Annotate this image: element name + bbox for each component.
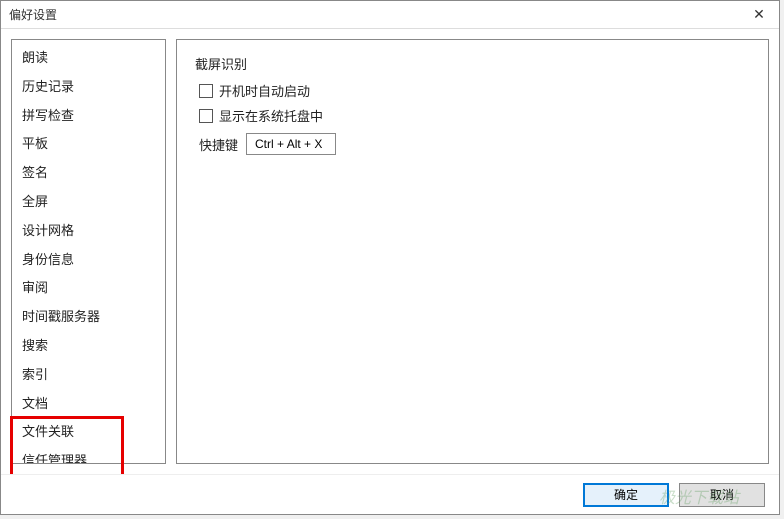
close-button[interactable]: ✕ (739, 1, 779, 29)
sidebar-item[interactable]: 签名 (12, 159, 165, 188)
checkbox-tray[interactable] (199, 109, 213, 123)
checkbox-autostart[interactable] (199, 84, 213, 98)
sidebar[interactable]: 朗读历史记录拼写检查平板签名全屏设计网格身份信息审阅时间戳服务器搜索索引文档文件… (12, 40, 165, 463)
shortcut-label: 快捷键 (199, 135, 238, 154)
sidebar-container: 朗读历史记录拼写检查平板签名全屏设计网格身份信息审阅时间戳服务器搜索索引文档文件… (11, 39, 166, 464)
shortcut-row: 快捷键 (199, 133, 750, 155)
sidebar-item[interactable]: 身份信息 (12, 246, 165, 275)
sidebar-item[interactable]: 文档 (12, 390, 165, 419)
checkbox-autostart-label: 开机时自动启动 (219, 81, 310, 100)
sidebar-item[interactable]: 文件关联 (12, 418, 165, 447)
checkbox-row-tray[interactable]: 显示在系统托盘中 (199, 106, 750, 125)
sidebar-item[interactable]: 设计网格 (12, 217, 165, 246)
sidebar-item[interactable]: 索引 (12, 361, 165, 390)
sidebar-item[interactable]: 拼写检查 (12, 102, 165, 131)
shortcut-input[interactable] (246, 133, 336, 155)
sidebar-item[interactable]: 时间戳服务器 (12, 303, 165, 332)
sidebar-item[interactable]: 信任管理器 (12, 447, 165, 463)
ok-button[interactable]: 确定 (583, 483, 669, 507)
sidebar-item[interactable]: 朗读 (12, 44, 165, 73)
checkbox-tray-label: 显示在系统托盘中 (219, 106, 323, 125)
sidebar-item[interactable]: 搜索 (12, 332, 165, 361)
cancel-button-label: 取消 (710, 486, 734, 503)
content-panel: 截屏识别 开机时自动启动 显示在系统托盘中 快捷键 (176, 39, 769, 464)
titlebar: 偏好设置 ✕ (1, 1, 779, 29)
sidebar-item[interactable]: 历史记录 (12, 73, 165, 102)
preferences-dialog: 偏好设置 ✕ 朗读历史记录拼写检查平板签名全屏设计网格身份信息审阅时间戳服务器搜… (0, 0, 780, 515)
dialog-body: 朗读历史记录拼写检查平板签名全屏设计网格身份信息审阅时间戳服务器搜索索引文档文件… (1, 29, 779, 474)
group-title: 截屏识别 (195, 54, 750, 73)
dialog-footer: 极光下载站 确定 取消 (1, 474, 779, 514)
sidebar-item[interactable]: 全屏 (12, 188, 165, 217)
sidebar-item[interactable]: 审阅 (12, 274, 165, 303)
ok-button-label: 确定 (614, 486, 638, 503)
close-icon: ✕ (753, 6, 765, 23)
cancel-button[interactable]: 取消 (679, 483, 765, 507)
dialog-title: 偏好设置 (9, 6, 57, 23)
sidebar-item[interactable]: 平板 (12, 130, 165, 159)
checkbox-row-autostart[interactable]: 开机时自动启动 (199, 81, 750, 100)
